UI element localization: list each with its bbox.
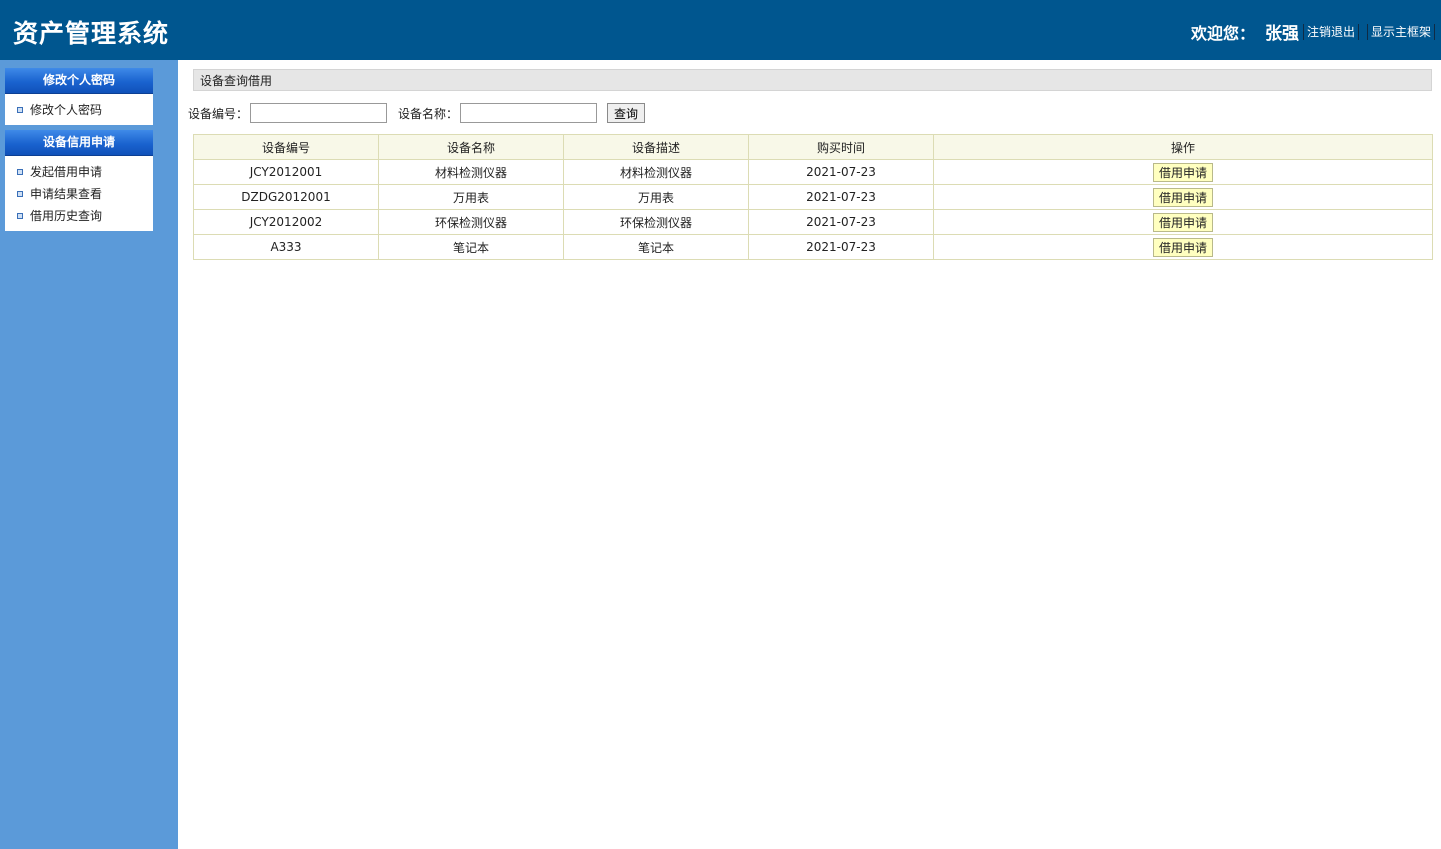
- sidebar-item-label: 借用历史查询: [30, 209, 103, 223]
- welcome-label: 欢迎您：: [1190, 23, 1255, 43]
- show-main-frame-link[interactable]: 显示主框架: [1366, 23, 1435, 40]
- menu-items-password: 修改个人密码: [5, 94, 153, 125]
- col-header-action: 操作: [933, 134, 1433, 160]
- table-row: A333 笔记本 笔记本 2021-07-23 借用申请: [193, 234, 1433, 260]
- cell-action: 借用申请: [933, 209, 1433, 235]
- equipment-table: 设备编号 设备名称 设备描述 购买时间 操作 JCY2012001 材料检测仪器…: [193, 134, 1433, 260]
- search-button[interactable]: 查询: [607, 103, 646, 123]
- borrow-request-button[interactable]: 借用申请: [1152, 162, 1213, 182]
- sidebar-item-label: 修改个人密码: [30, 103, 103, 117]
- cell-date: 2021-07-23: [748, 184, 934, 210]
- menu-header-borrow[interactable]: 设备信用申请: [5, 130, 153, 156]
- square-bullet-icon: [17, 107, 23, 113]
- user-name: 张强: [1264, 24, 1299, 44]
- cell-action: 借用申请: [933, 184, 1433, 210]
- borrow-request-button[interactable]: 借用申请: [1152, 187, 1213, 207]
- code-label: 设备编号：: [188, 106, 249, 121]
- cell-action: 借用申请: [933, 234, 1433, 260]
- table-row: DZDG2012001 万用表 万用表 2021-07-23 借用申请: [193, 184, 1433, 210]
- cell-desc: 万用表: [563, 184, 749, 210]
- borrow-request-button[interactable]: 借用申请: [1152, 237, 1213, 257]
- cell-date: 2021-07-23: [748, 209, 934, 235]
- cell-desc: 笔记本: [563, 234, 749, 260]
- code-input[interactable]: [250, 103, 388, 123]
- app-title: 资产管理系统: [13, 19, 170, 48]
- col-header-code: 设备编号: [193, 134, 379, 160]
- sidebar-item-label: 申请结果查看: [30, 187, 103, 201]
- cell-code: JCY2012001: [193, 159, 379, 185]
- cell-date: 2021-07-23: [748, 234, 934, 260]
- cell-code: JCY2012002: [193, 209, 379, 235]
- menu-header-password[interactable]: 修改个人密码: [5, 68, 153, 94]
- menu-group-password: 修改个人密码 修改个人密码: [5, 68, 153, 125]
- cell-code: DZDG2012001: [193, 184, 379, 210]
- section-title: 设备查询借用: [193, 69, 1432, 91]
- logout-link[interactable]: 注销退出: [1302, 23, 1359, 40]
- col-header-date: 购买时间: [748, 134, 934, 160]
- app-header: 资产管理系统 欢迎您： 张强 注销退出 显示主框架: [0, 0, 1441, 60]
- menu-group-borrow: 设备信用申请 发起借用申请 申请结果查看 借用历史查询: [5, 130, 153, 231]
- cell-date: 2021-07-23: [748, 159, 934, 185]
- name-label: 设备名称：: [398, 106, 459, 121]
- square-bullet-icon: [17, 169, 23, 175]
- square-bullet-icon: [17, 191, 23, 197]
- table-row: JCY2012001 材料检测仪器 材料检测仪器 2021-07-23 借用申请: [193, 159, 1433, 185]
- sidebar-item-view-results[interactable]: 申请结果查看: [5, 183, 153, 205]
- name-input[interactable]: [460, 103, 598, 123]
- sidebar-item-start-borrow[interactable]: 发起借用申请: [5, 161, 153, 183]
- col-header-name: 设备名称: [378, 134, 564, 160]
- sidebar: 修改个人密码 修改个人密码 设备信用申请 发起借用申请 申请结果查看 借用历史查…: [0, 60, 178, 849]
- sidebar-item-borrow-history[interactable]: 借用历史查询: [5, 205, 153, 227]
- cell-desc: 材料检测仪器: [563, 159, 749, 185]
- cell-name: 环保检测仪器: [378, 209, 564, 235]
- main-content: 设备查询借用 设备编号： 设备名称： 查询 设备编号 设备名称 设备描述 购买时…: [178, 60, 1441, 849]
- col-header-desc: 设备描述: [563, 134, 749, 160]
- cell-code: A333: [193, 234, 379, 260]
- sidebar-item-change-password[interactable]: 修改个人密码: [5, 99, 153, 121]
- borrow-request-button[interactable]: 借用申请: [1152, 212, 1213, 232]
- cell-name: 万用表: [378, 184, 564, 210]
- table-row: JCY2012002 环保检测仪器 环保检测仪器 2021-07-23 借用申请: [193, 209, 1433, 235]
- table-header-row: 设备编号 设备名称 设备描述 购买时间 操作: [193, 134, 1433, 160]
- square-bullet-icon: [17, 213, 23, 219]
- user-bar: 欢迎您： 张强 注销退出 显示主框架: [1191, 19, 1435, 44]
- menu-items-borrow: 发起借用申请 申请结果查看 借用历史查询: [5, 156, 153, 231]
- cell-name: 笔记本: [378, 234, 564, 260]
- cell-name: 材料检测仪器: [378, 159, 564, 185]
- cell-desc: 环保检测仪器: [563, 209, 749, 235]
- sidebar-item-label: 发起借用申请: [30, 165, 103, 179]
- cell-action: 借用申请: [933, 159, 1433, 185]
- search-bar: 设备编号： 设备名称： 查询: [188, 103, 646, 123]
